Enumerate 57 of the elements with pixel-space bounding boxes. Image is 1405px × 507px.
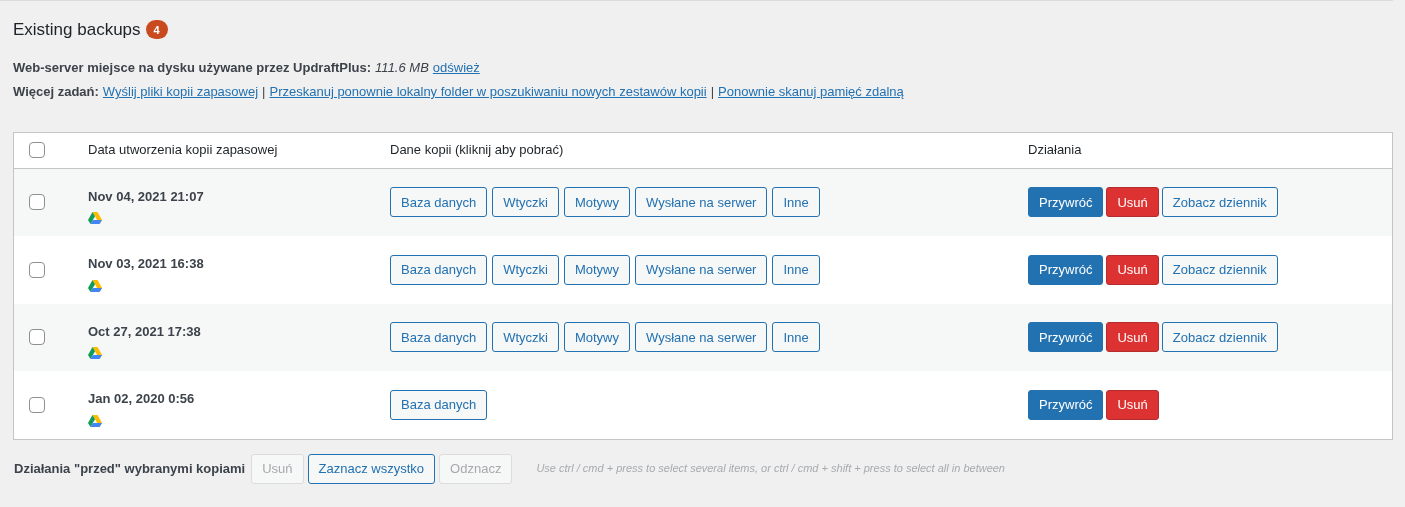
delete-button[interactable]: Usuń <box>1106 322 1159 353</box>
checkbox[interactable] <box>29 194 45 211</box>
bulk-action-button[interactable]: Zaznacz wszystko <box>307 453 436 484</box>
checkbox[interactable] <box>29 329 45 346</box>
cloud-drive-icon <box>88 414 102 427</box>
download-button[interactable]: Wtyczki <box>492 254 559 285</box>
restore-button[interactable]: Przywróć <box>1028 322 1104 353</box>
download-button[interactable]: Wtyczki <box>492 322 559 353</box>
cloud-drive-icon <box>88 279 102 292</box>
disk-usage-label: Web-server miejsce na dysku używane przez UpdraftPlus: <box>13 58 372 77</box>
task-link[interactable]: Wyślij pliki kopii zapasowej <box>102 82 259 102</box>
download-button[interactable]: Inne <box>772 322 820 353</box>
restore-button[interactable]: Przywróć <box>1028 187 1104 218</box>
download-button[interactable]: Baza danych <box>390 254 488 285</box>
separator: | <box>262 83 266 101</box>
task-link[interactable]: Przeskanuj ponownie lokalny folder w poszukiwaniu nowych zestawów kopii <box>269 82 707 102</box>
download-button[interactable]: Baza danych <box>390 322 488 353</box>
delete-button[interactable]: Usuń <box>1106 254 1159 285</box>
task-link[interactable]: Ponownie skanuj pamięć zdalną <box>718 82 904 102</box>
download-button[interactable]: Motywy <box>563 254 630 285</box>
cloud-drive-icon <box>88 212 102 224</box>
selection-hint: Use ctrl / cmd + press to select several items, or ctrl / cmd + shift + press to select all in between <box>536 461 1005 477</box>
download-button[interactable]: Inne <box>772 254 820 285</box>
view-log-button[interactable]: Zobacz dziennik <box>1161 322 1278 353</box>
checkbox[interactable] <box>29 261 45 278</box>
column-header: Działania <box>1028 141 1083 160</box>
view-log-button[interactable]: Zobacz dziennik <box>1161 254 1278 285</box>
bulk-actions-label: Działania "przed" wybranymi kopiami <box>14 459 246 478</box>
column-header: Data utworzenia kopii zapasowej <box>88 141 279 160</box>
download-button[interactable]: Wysłane na serwer <box>635 254 768 285</box>
section-title: Existing backups <box>13 19 141 41</box>
checkbox[interactable] <box>29 142 45 158</box>
download-button[interactable]: Wysłane na serwer <box>635 322 768 353</box>
backup-date: Oct 27, 2021 17:38 <box>88 322 202 341</box>
view-log-button[interactable]: Zobacz dziennik <box>1161 187 1278 218</box>
backup-date: Nov 03, 2021 16:38 <box>88 255 205 273</box>
backup-date: Nov 04, 2021 21:07 <box>88 187 205 206</box>
download-button[interactable]: Baza danych <box>390 389 488 420</box>
delete-button[interactable]: Usuń <box>1106 187 1159 218</box>
restore-button[interactable]: Przywróć <box>1028 254 1104 285</box>
download-button[interactable]: Motywy <box>563 322 630 353</box>
disk-usage-value: 111.6 MB <box>375 58 429 77</box>
download-button[interactable]: Motywy <box>563 187 630 218</box>
download-button[interactable]: Baza danych <box>390 187 488 218</box>
download-button[interactable]: Inne <box>772 187 820 218</box>
separator: | <box>710 83 715 101</box>
checkbox[interactable] <box>29 396 45 413</box>
delete-button[interactable]: Usuń <box>1106 389 1159 420</box>
count-badge: 4 <box>145 20 168 40</box>
more-tasks-label: Więcej zadań: <box>13 83 99 101</box>
backup-date: Jan 02, 2020 0:56 <box>88 390 196 408</box>
download-button[interactable]: Wysłane na serwer <box>635 187 768 218</box>
restore-button[interactable]: Przywróć <box>1028 389 1104 420</box>
refresh-link[interactable]: odśwież <box>432 57 480 77</box>
column-header: Dane kopii (kliknij aby pobrać) <box>390 141 565 160</box>
download-button[interactable]: Wtyczki <box>492 187 559 218</box>
cloud-drive-icon <box>88 347 102 359</box>
